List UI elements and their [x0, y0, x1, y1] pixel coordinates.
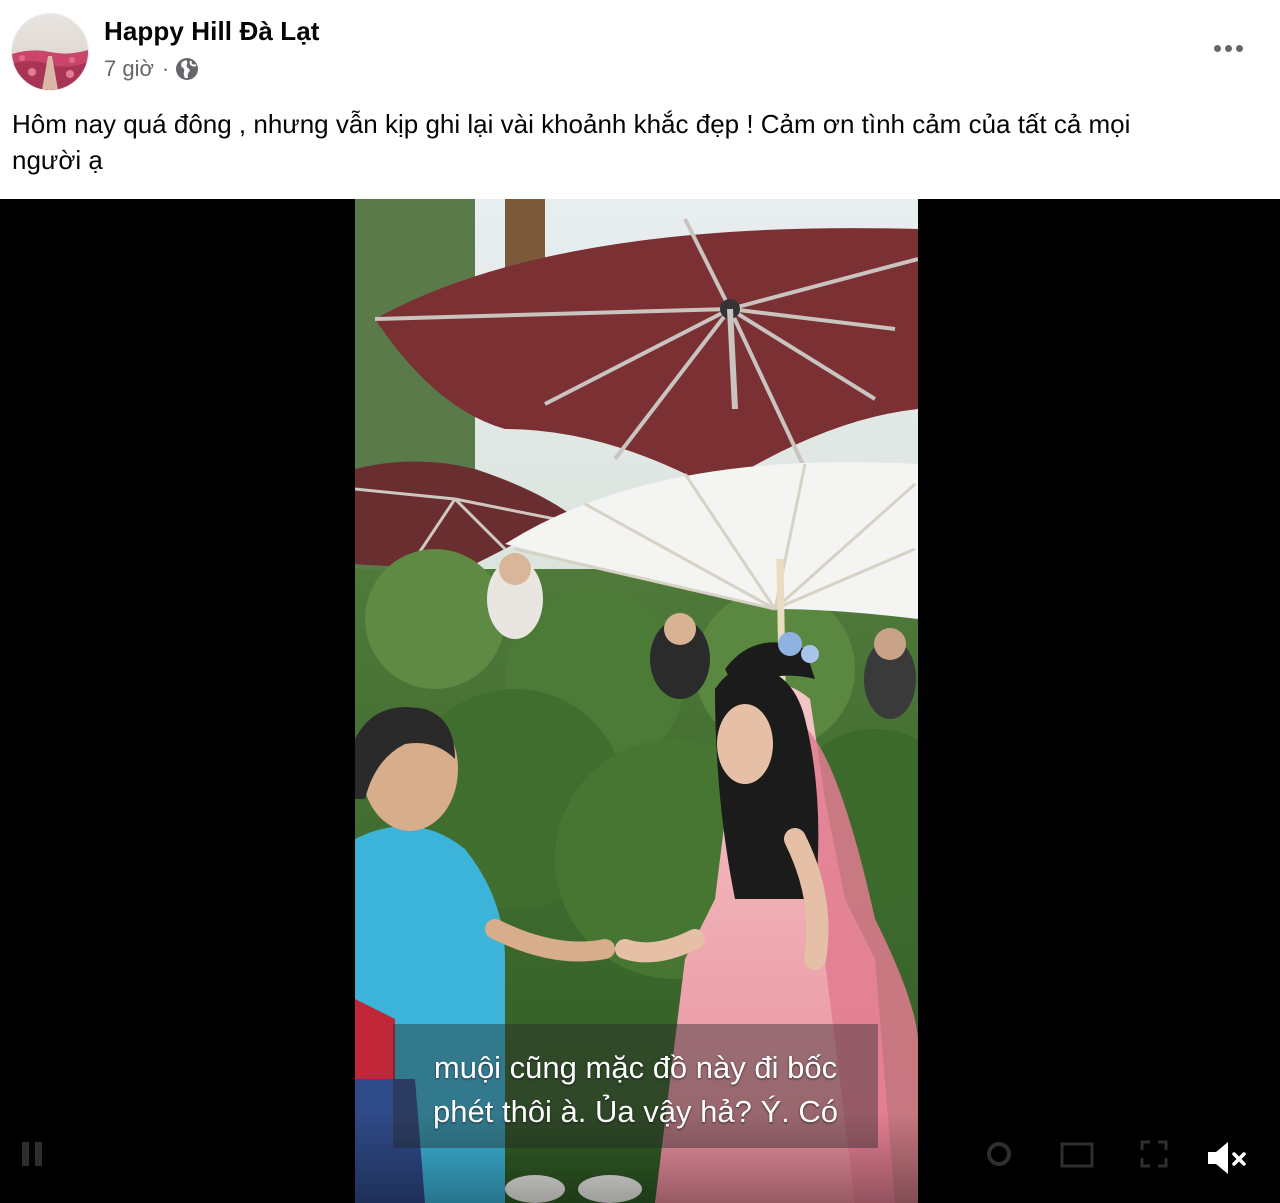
page-name-link[interactable]: Happy Hill Đà Lạt: [104, 16, 320, 47]
post-meta: 7 giờ ·: [104, 55, 199, 83]
more-options-button[interactable]: [1204, 28, 1252, 68]
globe-icon[interactable]: [175, 57, 199, 81]
more-dots-icon: [1213, 44, 1243, 52]
speaker-muted-icon: [1208, 1142, 1246, 1174]
subtitle-line: muội cũng mặc đồ này đi bốc: [433, 1050, 838, 1085]
facebook-post: Happy Hill Đà Lạt 7 giờ · Hôm nay quá đô…: [0, 0, 1280, 1203]
meta-separator: ·: [161, 56, 170, 81]
pause-icon[interactable]: [20, 1140, 44, 1173]
settings-icon[interactable]: [985, 1140, 1013, 1173]
miniplayer-icon[interactable]: [1060, 1142, 1094, 1173]
post-caption: Hôm nay quá đông , nhưng vẫn kịp ghi lại…: [12, 106, 1252, 178]
page-avatar[interactable]: [12, 14, 88, 90]
post-header: Happy Hill Đà Lạt 7 giờ ·: [0, 0, 1280, 100]
post-timestamp[interactable]: 7 giờ: [104, 56, 154, 82]
fullscreen-icon[interactable]: [1140, 1140, 1168, 1173]
video-player[interactable]: muội cũng mặc đồ này đi bốc phét thôi à.…: [0, 199, 1280, 1203]
caption-line: người ạ: [12, 145, 103, 175]
caption-line: Hôm nay quá đông , nhưng vẫn kịp ghi lại…: [12, 109, 1131, 139]
mute-toggle-button[interactable]: [1204, 1135, 1250, 1181]
